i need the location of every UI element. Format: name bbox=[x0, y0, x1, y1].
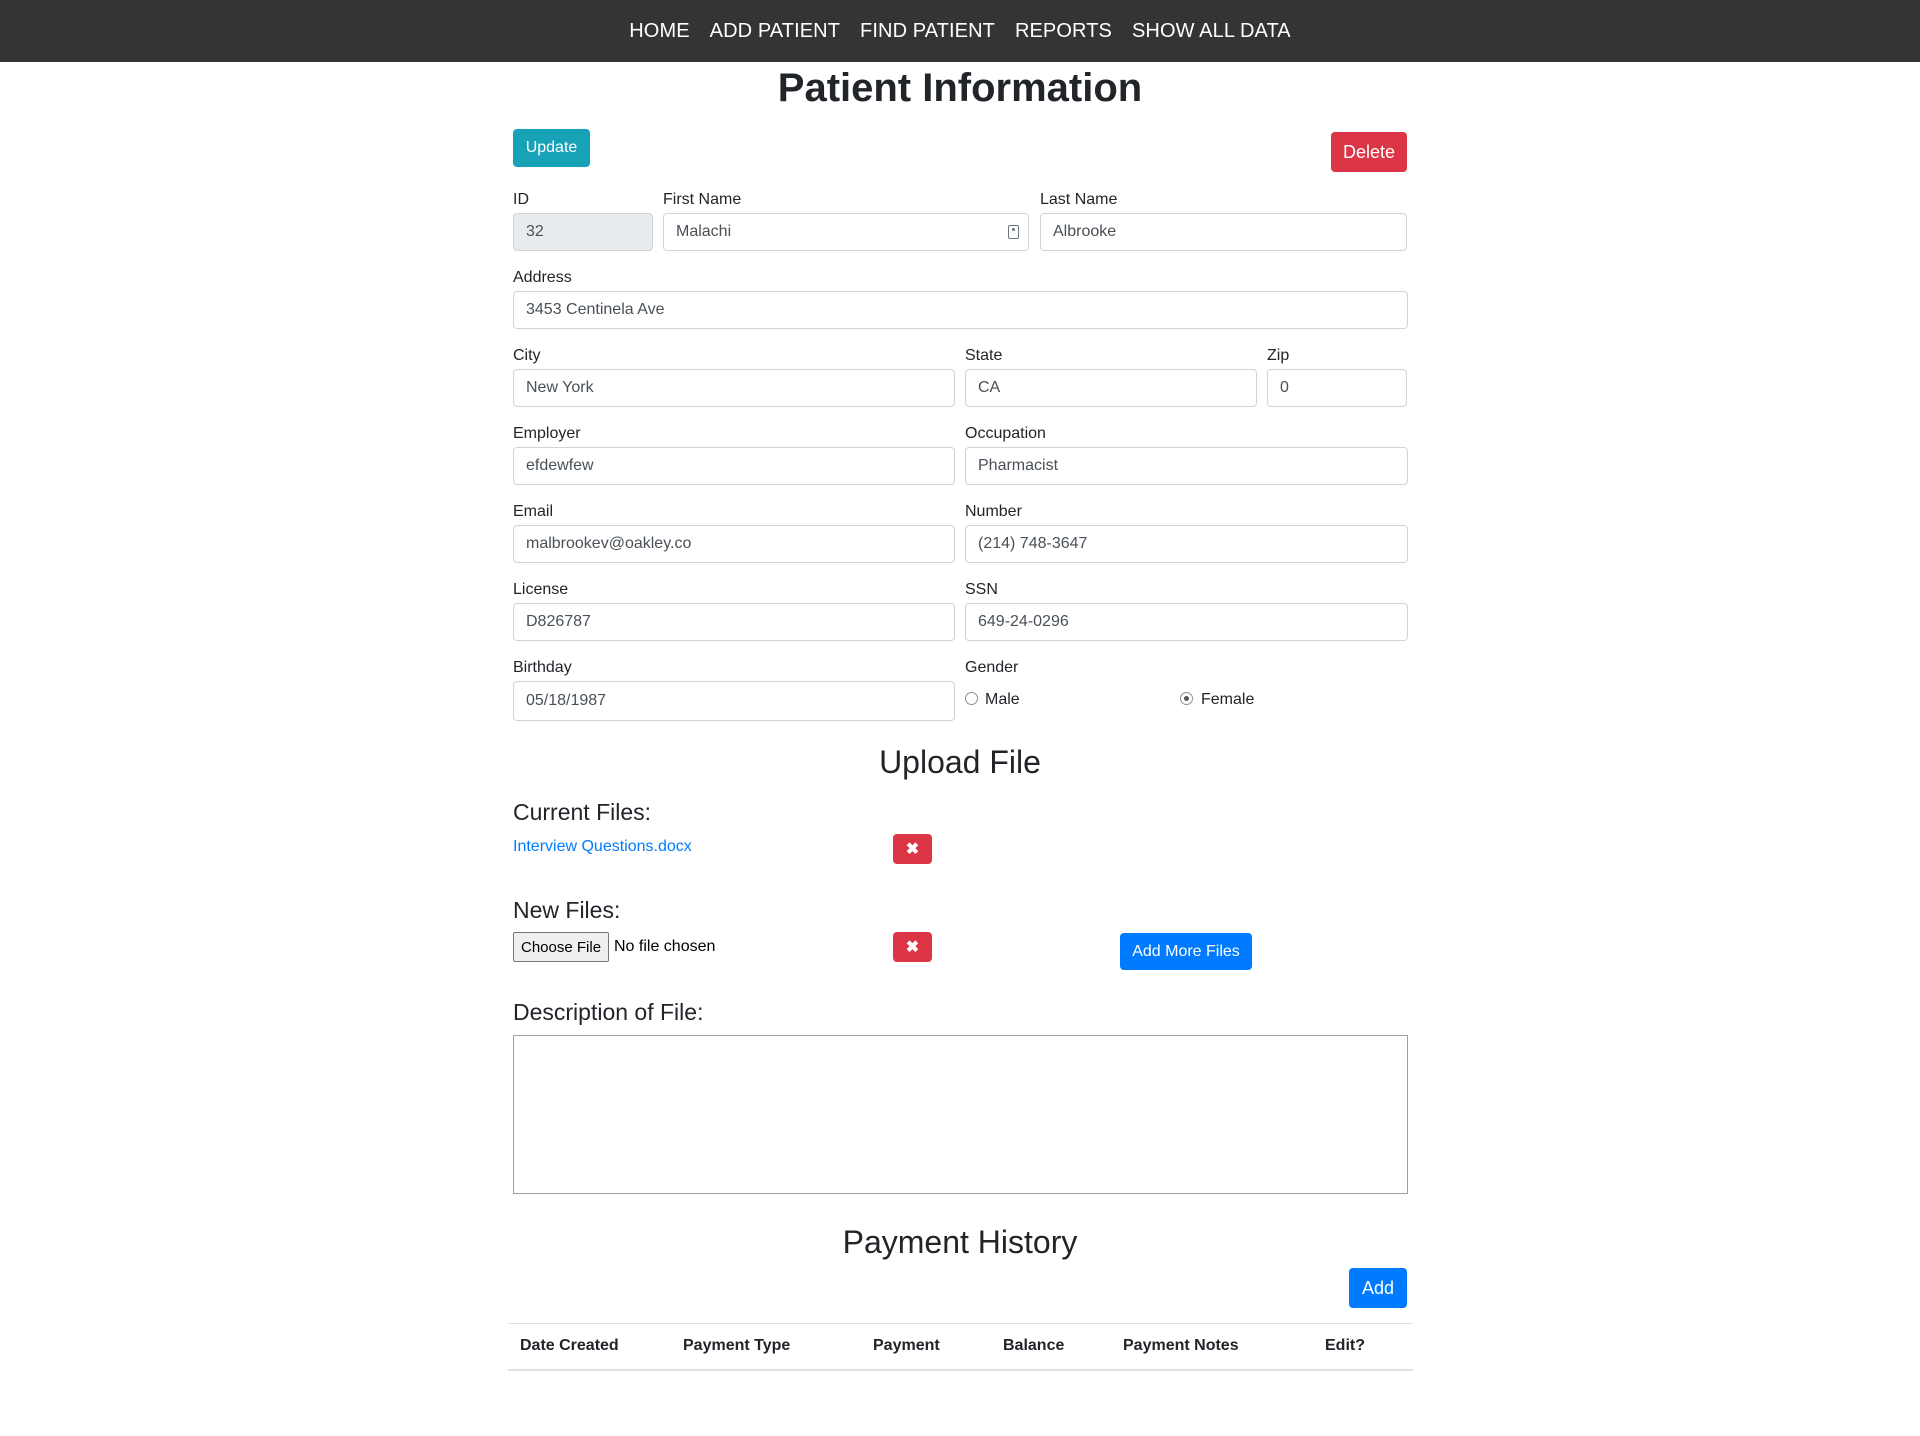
state-label: State bbox=[965, 347, 1003, 364]
email-value: malbrookev@oakley.co bbox=[526, 535, 692, 552]
birthday-label: Birthday bbox=[513, 659, 572, 676]
gender-female-label[interactable]: Female bbox=[1201, 691, 1254, 709]
zip-field[interactable]: 0 bbox=[1267, 369, 1407, 407]
column-edit: Edit? bbox=[1325, 1323, 1413, 1371]
nav-find-patient[interactable]: FIND PATIENT bbox=[860, 20, 995, 43]
column-balance: Balance bbox=[1003, 1323, 1123, 1371]
last-name-value: Albrooke bbox=[1053, 223, 1117, 240]
ssn-value: 649-24-0296 bbox=[978, 613, 1069, 630]
occupation-field[interactable]: Pharmacist bbox=[965, 447, 1408, 485]
id-label: ID bbox=[513, 191, 529, 208]
last-name-label: Last Name bbox=[1040, 191, 1118, 208]
top-navbar: HOME ADD PATIENT FIND PATIENT REPORTS SH… bbox=[0, 0, 1920, 62]
add-more-files-button[interactable]: Add More Files bbox=[1120, 933, 1252, 970]
column-date-created: Date Created bbox=[508, 1323, 683, 1371]
choose-file-button[interactable]: Choose File bbox=[513, 932, 610, 962]
close-icon: ✖ bbox=[905, 939, 920, 956]
employer-label: Employer bbox=[513, 425, 581, 442]
no-file-chosen-text: No file chosen bbox=[614, 938, 716, 955]
payment-history-table: Date Created Payment Type Payment Balanc… bbox=[508, 1323, 1413, 1371]
file-description-textarea[interactable] bbox=[513, 1035, 1408, 1194]
nav-add-patient[interactable]: ADD PATIENT bbox=[710, 20, 840, 43]
nav-reports[interactable]: REPORTS bbox=[1015, 20, 1112, 43]
occupation-label: Occupation bbox=[965, 425, 1046, 442]
employer-value: efdewfew bbox=[526, 457, 594, 474]
page-title: Patient Information bbox=[777, 66, 1143, 110]
city-field[interactable]: New York bbox=[513, 369, 955, 407]
ssn-field[interactable]: 649-24-0296 bbox=[965, 603, 1408, 641]
column-payment-type: Payment Type bbox=[683, 1323, 873, 1371]
number-value: (214) 748-3647 bbox=[978, 535, 1088, 552]
address-field[interactable]: 3453 Centinela Ave bbox=[513, 291, 1408, 329]
contact-card-icon[interactable] bbox=[1008, 225, 1019, 239]
employer-field[interactable]: efdewfew bbox=[513, 447, 955, 485]
city-label: City bbox=[513, 347, 541, 364]
new-files-heading: New Files: bbox=[513, 897, 621, 923]
gender-label: Gender bbox=[965, 659, 1019, 676]
number-label: Number bbox=[965, 503, 1022, 520]
remove-new-file-button[interactable]: ✖ bbox=[893, 932, 932, 962]
delete-button[interactable]: Delete bbox=[1331, 132, 1407, 172]
description-heading: Description of File: bbox=[513, 999, 704, 1025]
ssn-label: SSN bbox=[965, 581, 998, 598]
gender-female-radio[interactable] bbox=[1180, 692, 1193, 705]
address-label: Address bbox=[513, 269, 572, 286]
gender-male-radio[interactable] bbox=[965, 692, 978, 705]
current-files-heading: Current Files: bbox=[513, 799, 652, 825]
update-button[interactable]: Update bbox=[513, 129, 590, 167]
birthday-value: 05/18/1987 bbox=[526, 692, 607, 709]
nav-show-all-data[interactable]: SHOW ALL DATA bbox=[1132, 20, 1291, 43]
gender-male-label[interactable]: Male bbox=[985, 691, 1020, 709]
email-label: Email bbox=[513, 503, 554, 520]
column-payment-notes: Payment Notes bbox=[1123, 1323, 1325, 1371]
occupation-value: Pharmacist bbox=[978, 457, 1059, 474]
birthday-field[interactable]: 05/18/1987 bbox=[513, 681, 955, 721]
last-name-field[interactable]: Albrooke bbox=[1040, 213, 1407, 251]
license-value: D826787 bbox=[526, 613, 591, 630]
zip-value: 0 bbox=[1280, 379, 1289, 396]
state-field[interactable]: CA bbox=[965, 369, 1257, 407]
address-value: 3453 Centinela Ave bbox=[526, 301, 665, 318]
license-field[interactable]: D826787 bbox=[513, 603, 955, 641]
remove-current-file-button[interactable]: ✖ bbox=[893, 834, 932, 864]
zip-label: Zip bbox=[1267, 347, 1290, 364]
city-value: New York bbox=[526, 379, 594, 396]
column-payment: Payment bbox=[873, 1323, 1003, 1371]
first-name-label: First Name bbox=[663, 191, 742, 208]
nav-home[interactable]: HOME bbox=[629, 20, 689, 43]
state-value: CA bbox=[978, 379, 1001, 396]
license-label: License bbox=[513, 581, 569, 598]
number-field[interactable]: (214) 748-3647 bbox=[965, 525, 1408, 563]
first-name-value: Malachi bbox=[676, 223, 732, 240]
payment-history-title: Payment History bbox=[842, 1224, 1078, 1260]
email-field[interactable]: malbrookev@oakley.co bbox=[513, 525, 955, 563]
upload-file-title: Upload File bbox=[879, 744, 1041, 780]
first-name-field[interactable]: Malachi bbox=[663, 213, 1029, 251]
id-field: 32 bbox=[513, 213, 653, 251]
id-value: 32 bbox=[526, 223, 544, 240]
table-header-row: Date Created Payment Type Payment Balanc… bbox=[508, 1323, 1413, 1371]
current-file-link[interactable]: Interview Questions.docx bbox=[513, 838, 692, 856]
add-payment-button[interactable]: Add bbox=[1349, 1268, 1407, 1308]
close-icon: ✖ bbox=[905, 841, 920, 858]
